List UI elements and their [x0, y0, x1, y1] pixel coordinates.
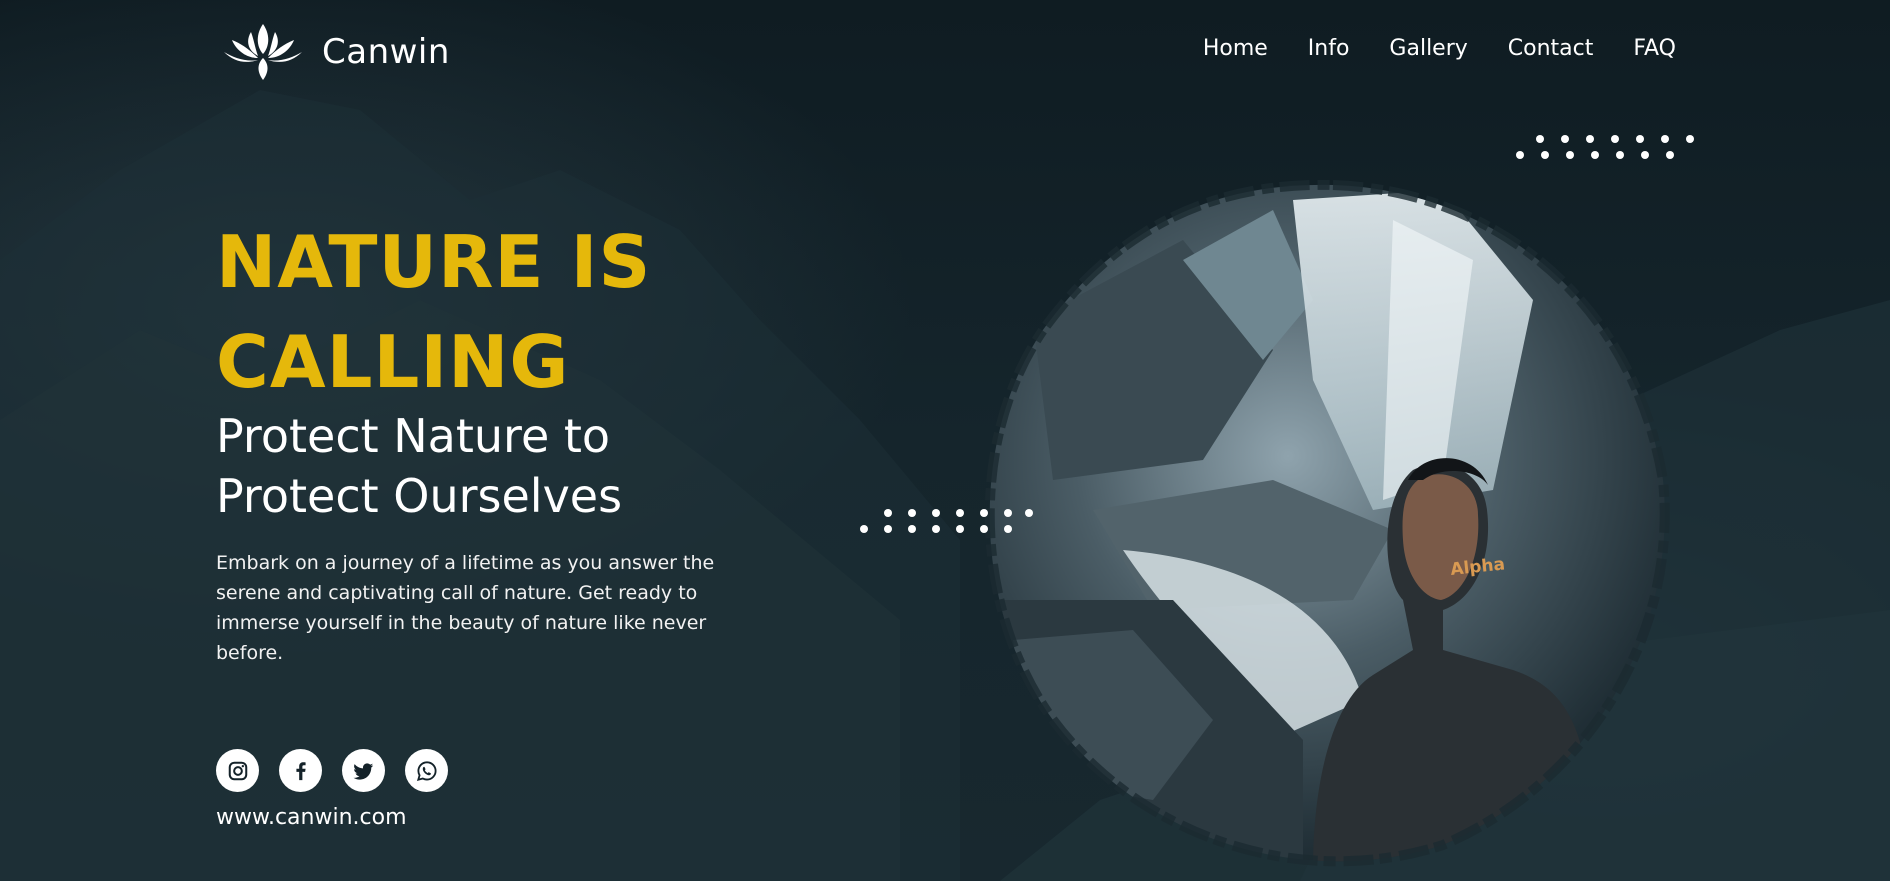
lotus-icon	[224, 24, 302, 80]
nav-gallery[interactable]: Gallery	[1389, 36, 1467, 61]
twitter-icon	[352, 762, 373, 780]
subhead-line-1: Protect Nature to	[216, 409, 611, 463]
whatsapp-link[interactable]	[405, 749, 448, 792]
brand-logo[interactable]: Canwin	[220, 20, 450, 84]
brand-name: Canwin	[322, 32, 450, 72]
nav-info[interactable]: Info	[1308, 36, 1350, 61]
dots-decoration-middle	[858, 508, 1038, 538]
instagram-icon	[228, 761, 247, 780]
hero-headline: NATURE IS CALLING	[216, 212, 651, 412]
facebook-link[interactable]	[279, 749, 322, 792]
hero-subheading: Protect Nature to Protect Ourselves	[216, 406, 736, 526]
nav-faq[interactable]: FAQ	[1633, 36, 1676, 61]
nav-contact[interactable]: Contact	[1508, 36, 1594, 61]
nav-home[interactable]: Home	[1203, 36, 1268, 61]
dots-decoration-top	[1514, 134, 1694, 164]
hero-description: Embark on a journey of a lifetime as you…	[216, 552, 715, 664]
main-nav: Home Info Gallery Contact FAQ	[1203, 36, 1676, 61]
whatsapp-icon	[416, 760, 437, 781]
hero-photo: Alpha	[973, 179, 1673, 870]
headline-line-1: NATURE IS	[216, 220, 652, 304]
social-links	[216, 749, 448, 792]
facebook-icon	[295, 761, 306, 780]
twitter-link[interactable]	[342, 749, 385, 792]
instagram-link[interactable]	[216, 749, 259, 792]
subhead-line-2: Protect Ourselves	[216, 469, 623, 523]
website-link[interactable]: www.canwin.com	[216, 805, 407, 830]
headline-line-2: CALLING	[216, 320, 570, 404]
